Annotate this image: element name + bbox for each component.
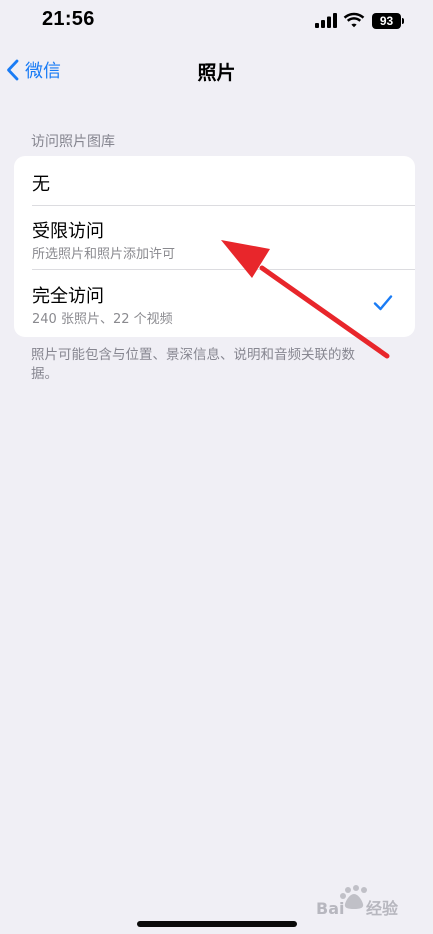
home-indicator[interactable] — [137, 921, 297, 927]
annotation-arrow-icon — [221, 240, 390, 359]
baidu-jingyan-watermark: Bai 经验 — [316, 885, 399, 918]
svg-text:经验: 经验 — [366, 899, 399, 918]
screen: 21:56 93 微信 照片 访问照片图库 无 受限访问 所选照片和照片添加许可 — [0, 0, 433, 934]
svg-text:Bai: Bai — [316, 899, 344, 918]
